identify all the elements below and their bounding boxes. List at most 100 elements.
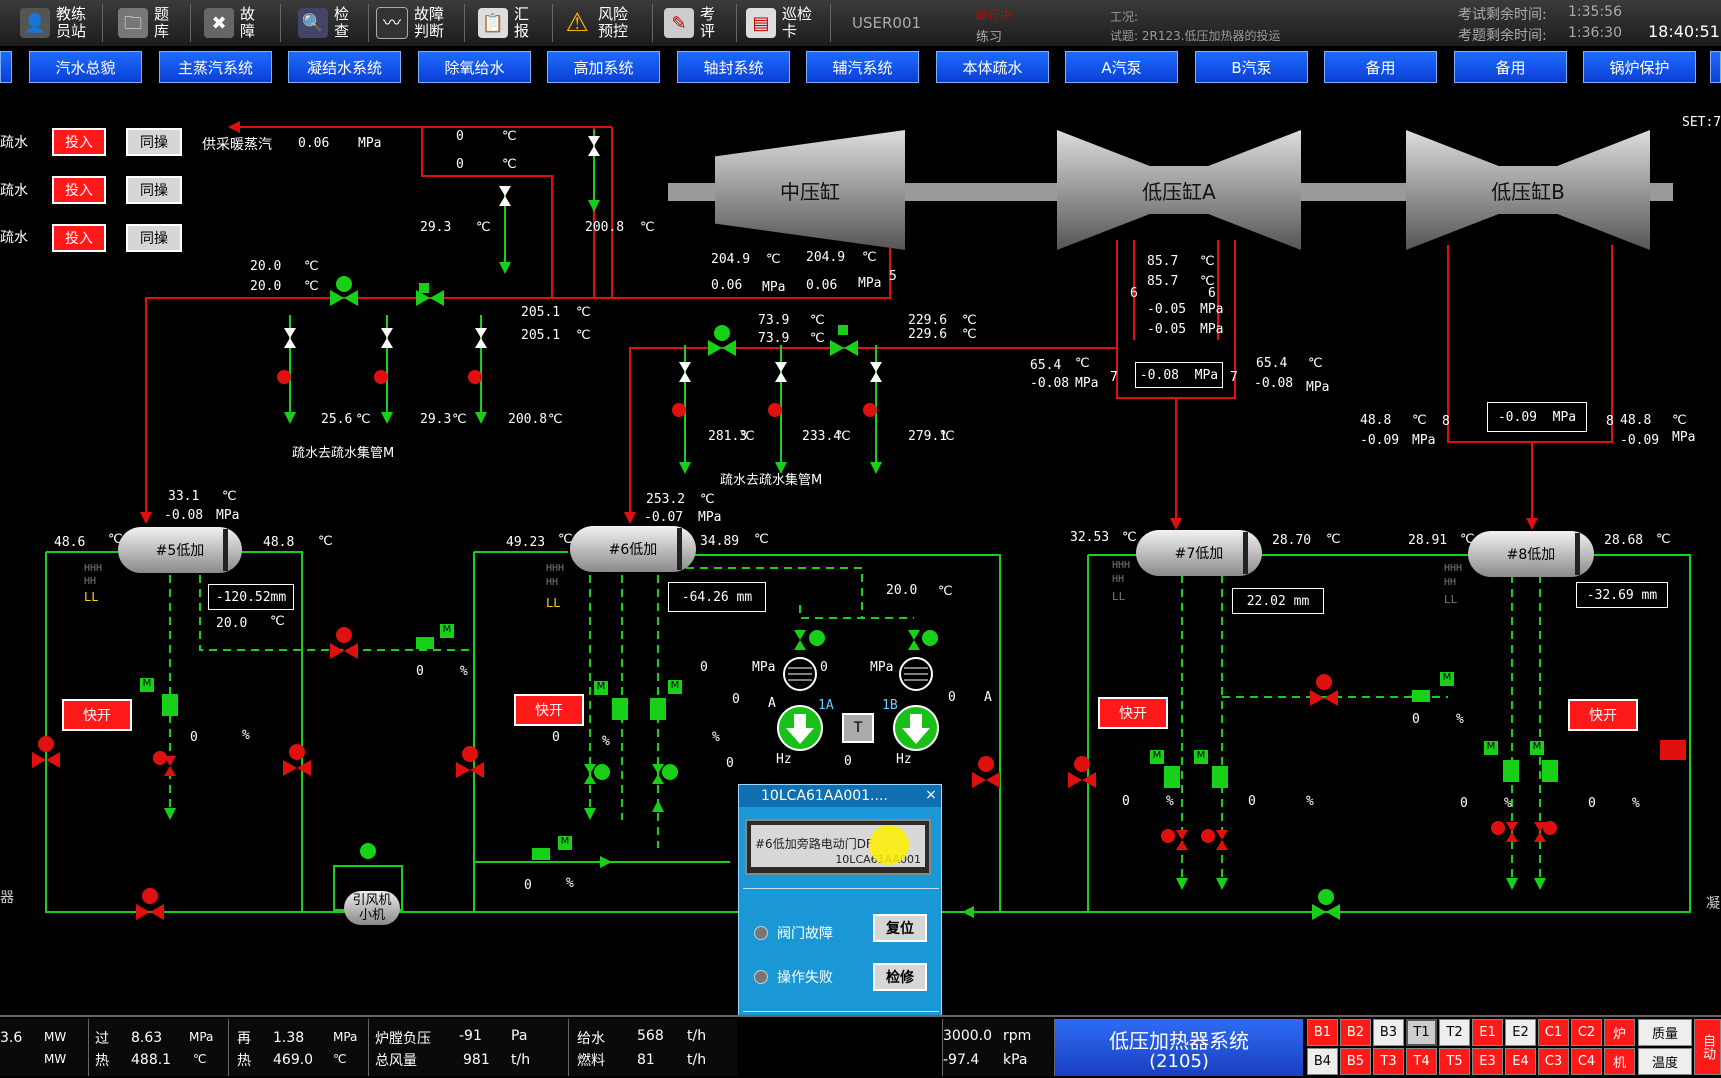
grid-button[interactable]: 炉 <box>1604 1019 1635 1046</box>
air-label: 总风量 <box>375 1053 417 1069</box>
quality-button[interactable]: 质量 <box>1638 1019 1692 1046</box>
motor-tag[interactable]: M <box>140 678 154 692</box>
lpb-label: 低压缸B <box>1491 179 1565 204</box>
grid-button[interactable]: B4 <box>1307 1048 1338 1075</box>
pump-reading: 0 <box>948 690 956 705</box>
pump-reading: 0 <box>726 756 734 771</box>
heater-6[interactable]: #6低加 <box>570 526 696 572</box>
grid-button[interactable]: E2 <box>1505 1019 1536 1046</box>
drain-2-sync-button[interactable]: 同操 <box>126 176 182 204</box>
unit: ℃ <box>576 305 591 320</box>
motor-tag[interactable]: M <box>1194 750 1208 764</box>
fuel-unit: t/h <box>687 1052 707 1068</box>
grid-button[interactable]: C3 <box>1538 1048 1569 1075</box>
unit: MPa <box>1306 380 1330 395</box>
unit: MPa <box>1412 433 1436 448</box>
reading: 0.06 <box>806 278 838 293</box>
auto-button[interactable]: 自动 <box>1694 1019 1721 1075</box>
unit: ℃ <box>754 532 769 547</box>
superheat-cell: 过 热 8.63 MPa 488.1 ℃ <box>88 1019 229 1076</box>
system-title-cell: 低压加热器系统 (2105) <box>1054 1019 1303 1076</box>
motor-tag[interactable]: M <box>594 681 608 695</box>
drain-1-on-button[interactable]: 投入 <box>52 128 106 156</box>
heater6-quick-open-button[interactable]: 快开 <box>514 694 584 726</box>
valve-position: 0 <box>524 878 532 893</box>
pump-t-button[interactable]: T <box>842 713 874 743</box>
heater5-in-temp: 48.6 <box>54 535 86 550</box>
unit: ℃ <box>548 412 563 427</box>
reading: 200.8 <box>585 220 625 235</box>
grid-button[interactable]: B3 <box>1373 1019 1404 1046</box>
heater5-quick-open-button[interactable]: 快开 <box>62 699 132 731</box>
vacuum-value: -97.4 <box>943 1052 980 1068</box>
reading: -0.08 <box>164 508 204 523</box>
speed-cell: 3000.0 rpm -97.4 kPa <box>942 1019 1053 1076</box>
grid-button[interactable]: 机 <box>1604 1048 1635 1075</box>
motor-tag[interactable]: M <box>1440 672 1454 686</box>
unit: MPa <box>333 1030 358 1044</box>
motor-tag[interactable]: M <box>558 836 572 850</box>
repair-button[interactable]: 检修 <box>873 963 927 991</box>
grid-button[interactable]: T2 <box>1439 1019 1470 1046</box>
drain-3-sync-button[interactable]: 同操 <box>126 224 182 252</box>
pump-unit: MPa <box>752 660 776 675</box>
grid-button[interactable]: E3 <box>1472 1048 1503 1075</box>
grid-button[interactable]: B5 <box>1340 1048 1371 1075</box>
unit: ℃ <box>766 252 781 267</box>
grid-button[interactable]: C4 <box>1571 1048 1602 1075</box>
stage-label: 7 <box>1230 370 1238 385</box>
unit: ℃ <box>576 328 591 343</box>
heater6-out-temp: 34.89 <box>700 534 740 549</box>
grid-button[interactable]: C2 <box>1571 1019 1602 1046</box>
stage-label: 7 <box>1110 370 1118 385</box>
pump-label: A <box>768 696 776 711</box>
alarm-hh: HH <box>1444 577 1457 588</box>
reheat-label: 热 <box>237 1053 251 1069</box>
fuel-value: 81 <box>637 1052 655 1068</box>
induced-fan-turbine[interactable]: 引风机 小机 <box>344 891 400 925</box>
reading: -0.08 <box>1254 376 1294 391</box>
heater-5[interactable]: #5低加 <box>118 527 242 573</box>
reading: 229.6 <box>908 327 948 342</box>
grid-button[interactable]: T3 <box>1373 1048 1404 1075</box>
drain-2-on-button[interactable]: 投入 <box>52 176 106 204</box>
heater8-out-temp: 28.68 <box>1604 533 1644 548</box>
unit: MPa <box>1200 322 1224 337</box>
motor-tag[interactable]: M <box>440 624 454 638</box>
unit: ℃ <box>962 327 977 342</box>
reset-button[interactable]: 复位 <box>873 914 927 942</box>
heater8-in-temp: 28.91 <box>1408 533 1448 548</box>
unit: ℃ <box>270 614 285 629</box>
unit: ℃ <box>193 1052 207 1066</box>
heater-8[interactable]: #8低加 <box>1468 531 1594 577</box>
drain-3-on-button[interactable]: 投入 <box>52 224 106 252</box>
close-icon[interactable]: × <box>923 787 939 803</box>
power-value: 3.6 <box>0 1030 23 1046</box>
alarm-hh: HH <box>84 576 97 587</box>
heater8-quick-open-button[interactable]: 快开 <box>1568 699 1638 731</box>
grid-button[interactable]: T4 <box>1406 1048 1437 1075</box>
motor-tag[interactable]: M <box>668 680 682 694</box>
grid-button[interactable]: E4 <box>1505 1048 1536 1075</box>
motor-tag[interactable]: M <box>1530 741 1544 755</box>
grid-button[interactable]: C1 <box>1538 1019 1569 1046</box>
pump-1b-label: 1B <box>882 698 898 713</box>
grid-button[interactable]: B2 <box>1340 1019 1371 1046</box>
unit: MPa <box>1672 430 1696 445</box>
unit: ℃ <box>962 313 977 328</box>
temperature-button[interactable]: 温度 <box>1638 1048 1692 1075</box>
grid-button[interactable]: T5 <box>1439 1048 1470 1075</box>
motor-tag[interactable]: M <box>1484 741 1498 755</box>
heating-steam-unit: MPa <box>358 136 382 151</box>
valve-position: 0 <box>1248 794 1256 809</box>
motor-tag[interactable]: M <box>1150 750 1164 764</box>
heater-7[interactable]: #7低加 <box>1136 530 1262 576</box>
grid-button[interactable]: B1 <box>1307 1019 1338 1046</box>
ip-cylinder-label: 中压缸 <box>780 179 840 204</box>
reading: -0.09 <box>1620 433 1660 448</box>
grid-button[interactable]: T1 <box>1406 1019 1437 1046</box>
grid-button[interactable]: E1 <box>1472 1019 1503 1046</box>
heater7-quick-open-button[interactable]: 快开 <box>1098 697 1168 729</box>
reading: 253.2 <box>646 492 686 507</box>
drain-1-sync-button[interactable]: 同操 <box>126 128 182 156</box>
